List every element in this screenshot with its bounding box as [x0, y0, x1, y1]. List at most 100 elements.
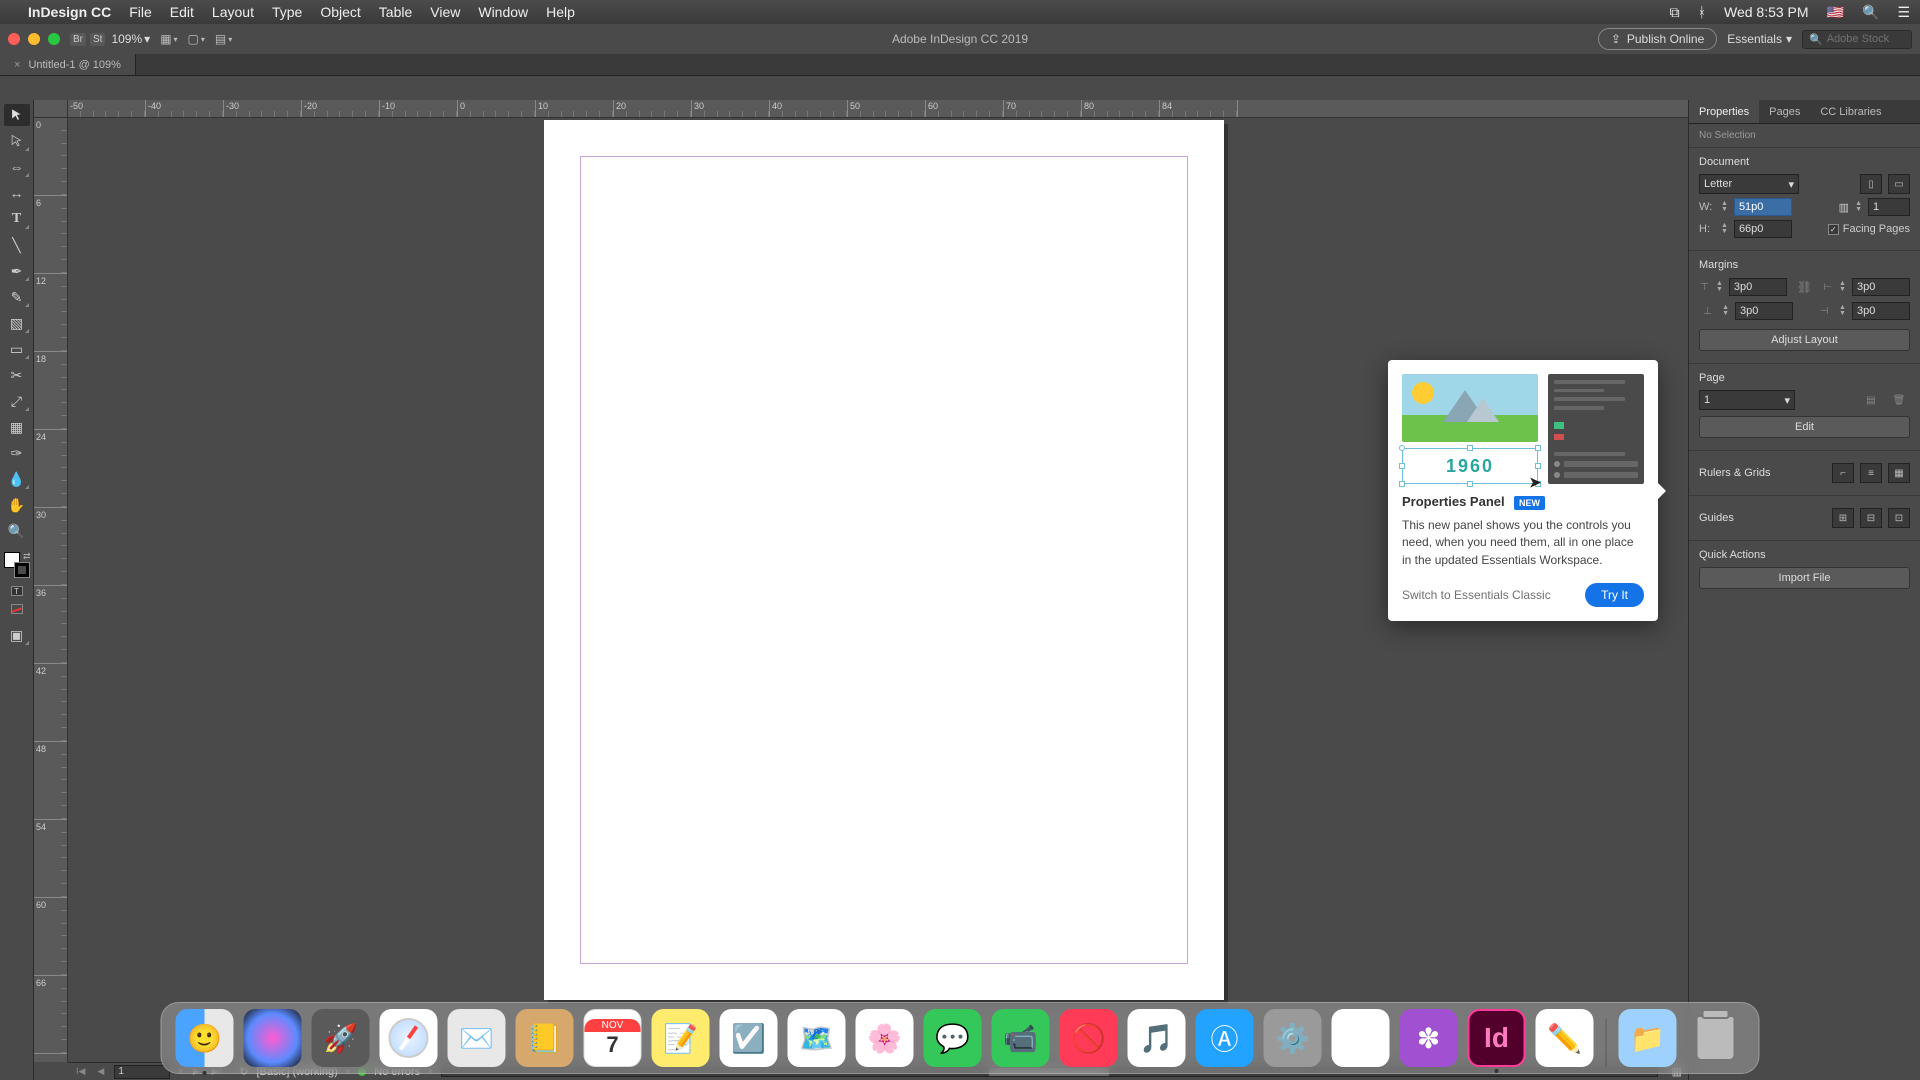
free-transform-tool[interactable]: ⤢	[4, 390, 30, 412]
tab-properties[interactable]: Properties	[1689, 100, 1759, 123]
format-text-toggle[interactable]: T	[11, 586, 23, 596]
guides-toggle[interactable]: ⊞	[1832, 508, 1854, 528]
dock-siri[interactable]	[244, 1009, 302, 1067]
menu-help[interactable]: Help	[546, 4, 575, 20]
page-number-field[interactable]	[114, 1065, 170, 1079]
dock-launchpad[interactable]: 🚀	[312, 1009, 370, 1067]
type-tool[interactable]: T	[4, 208, 30, 230]
close-window-button[interactable]	[8, 33, 20, 45]
dock-facetime[interactable]: 📹	[992, 1009, 1050, 1067]
screen-mirror-icon[interactable]: ⧉	[1670, 4, 1680, 21]
dock-safari[interactable]	[380, 1009, 438, 1067]
page-tool[interactable]: ⇔	[4, 156, 30, 178]
pen-tool[interactable]: ✒	[4, 260, 30, 282]
link-margins-toggle[interactable]: ⛓	[1797, 280, 1812, 294]
rectangle-tool[interactable]: ▭	[4, 338, 30, 360]
dock-appstore[interactable]: Ⓐ	[1196, 1009, 1254, 1067]
rectangle-frame-tool[interactable]: ▧	[4, 312, 30, 334]
dock-contacts[interactable]: 📒	[516, 1009, 574, 1067]
first-page-button[interactable]: I◀	[74, 1066, 87, 1077]
bluetooth-icon[interactable]: ᚼ	[1698, 4, 1706, 20]
document-grid-toggle[interactable]: ▦	[1888, 463, 1910, 483]
menu-file[interactable]: File	[129, 4, 152, 20]
fill-stroke-swatch[interactable]: ⇄	[4, 552, 30, 578]
menu-object[interactable]: Object	[320, 4, 360, 20]
baseline-grid-toggle[interactable]: ≡	[1860, 463, 1882, 483]
margin-top-field[interactable]	[1729, 278, 1787, 296]
dock-system-preferences[interactable]: ⚙️	[1264, 1009, 1322, 1067]
app-menu[interactable]: InDesign CC	[28, 4, 111, 20]
selection-tool[interactable]	[4, 104, 30, 126]
facing-pages-checkbox[interactable]: ✓Facing Pages	[1828, 223, 1910, 235]
margin-bottom-field[interactable]	[1735, 302, 1793, 320]
scissors-tool[interactable]: ✂	[4, 364, 30, 386]
page[interactable]	[544, 120, 1224, 1000]
delete-page-icon[interactable]: 🗑	[1888, 390, 1910, 410]
stock-badge[interactable]: St	[90, 33, 105, 46]
orientation-portrait[interactable]: ▯	[1860, 174, 1882, 194]
dock-trash[interactable]	[1687, 1009, 1745, 1067]
eyedropper-tool[interactable]: 💧	[4, 468, 30, 490]
ruler-origin[interactable]	[34, 100, 68, 118]
hand-tool[interactable]: ✋	[4, 494, 30, 516]
tab-cc-libraries[interactable]: CC Libraries	[1810, 100, 1891, 123]
vertical-ruler[interactable]: 0612182430364248546066	[34, 118, 68, 1062]
dock-reminders[interactable]: ☑️	[720, 1009, 778, 1067]
pages-field[interactable]	[1868, 198, 1910, 216]
menu-table[interactable]: Table	[379, 4, 412, 20]
apply-none[interactable]	[11, 604, 23, 614]
pages-stepper[interactable]: ▲▼	[1855, 201, 1862, 213]
line-tool[interactable]: ╲	[4, 234, 30, 256]
dock-app-flower[interactable]: ✽	[1400, 1009, 1458, 1067]
margin-right-field[interactable]	[1852, 302, 1910, 320]
new-page-icon[interactable]: ▤	[1860, 390, 1882, 410]
workspace-switcher[interactable]: Essentials▾	[1727, 32, 1792, 46]
direct-selection-tool[interactable]	[4, 130, 30, 152]
import-file-button[interactable]: Import File	[1699, 567, 1910, 589]
dock-downloads[interactable]: 📁	[1619, 1009, 1677, 1067]
dock-messages[interactable]: 💬	[924, 1009, 982, 1067]
note-tool[interactable]: ✑	[4, 442, 30, 464]
minimize-window-button[interactable]	[28, 33, 40, 45]
dock-mail[interactable]: ✉️	[448, 1009, 506, 1067]
zoom-window-button[interactable]	[48, 33, 60, 45]
dock-calendar[interactable]: NOV7	[584, 1009, 642, 1067]
view-options-3[interactable]: ▤ ▾	[215, 32, 232, 46]
snap-toggle[interactable]: ⊡	[1888, 508, 1910, 528]
height-field[interactable]	[1734, 220, 1792, 238]
dock-itunes[interactable]: 🎵	[1128, 1009, 1186, 1067]
zoom-level-dropdown[interactable]: 109%▾	[111, 32, 150, 46]
spotlight-icon[interactable]: 🔍	[1862, 4, 1879, 21]
bridge-badge[interactable]: Br	[70, 33, 86, 46]
dock-app-u[interactable]: U	[1332, 1009, 1390, 1067]
adjust-layout-button[interactable]: Adjust Layout	[1699, 329, 1910, 351]
menu-edit[interactable]: Edit	[170, 4, 194, 20]
menubar-datetime[interactable]: Wed 8:53 PM	[1724, 4, 1809, 20]
dock-app-pen[interactable]: ✏️	[1536, 1009, 1594, 1067]
menu-view[interactable]: View	[430, 4, 460, 20]
gradient-swatch-tool[interactable]: ▦	[4, 416, 30, 438]
edit-page-button[interactable]: Edit	[1699, 416, 1910, 438]
page-select[interactable]: 1▾	[1699, 390, 1795, 410]
dock-notes[interactable]: 📝	[652, 1009, 710, 1067]
menu-layout[interactable]: Layout	[212, 4, 254, 20]
tab-pages[interactable]: Pages	[1759, 100, 1810, 123]
switch-essentials-classic-link[interactable]: Switch to Essentials Classic	[1402, 588, 1551, 602]
smart-guides-toggle[interactable]: ⊟	[1860, 508, 1882, 528]
page-size-preset[interactable]: Letter▾	[1699, 174, 1799, 194]
dock-finder[interactable]: 🙂	[176, 1009, 234, 1067]
horizontal-ruler[interactable]: -50-40-30-20-100102030405060708084	[68, 100, 1688, 118]
dock-maps[interactable]: 🗺️	[788, 1009, 846, 1067]
view-options-2[interactable]: ▢ ▾	[188, 32, 205, 46]
input-flag-icon[interactable]: 🇺🇸	[1827, 4, 1844, 21]
dock-news[interactable]: 🚫	[1060, 1009, 1118, 1067]
prev-page-button[interactable]: ◀	[95, 1066, 106, 1077]
dock-indesign[interactable]: Id	[1468, 1009, 1526, 1067]
width-field[interactable]	[1734, 198, 1792, 216]
menu-type[interactable]: Type	[272, 4, 302, 20]
orientation-landscape[interactable]: ▭	[1888, 174, 1910, 194]
try-it-button[interactable]: Try It	[1585, 583, 1644, 607]
screen-mode[interactable]: ▣	[4, 624, 30, 646]
close-tab-icon[interactable]: ×	[14, 59, 20, 71]
view-options-1[interactable]: ▦ ▾	[160, 32, 177, 46]
